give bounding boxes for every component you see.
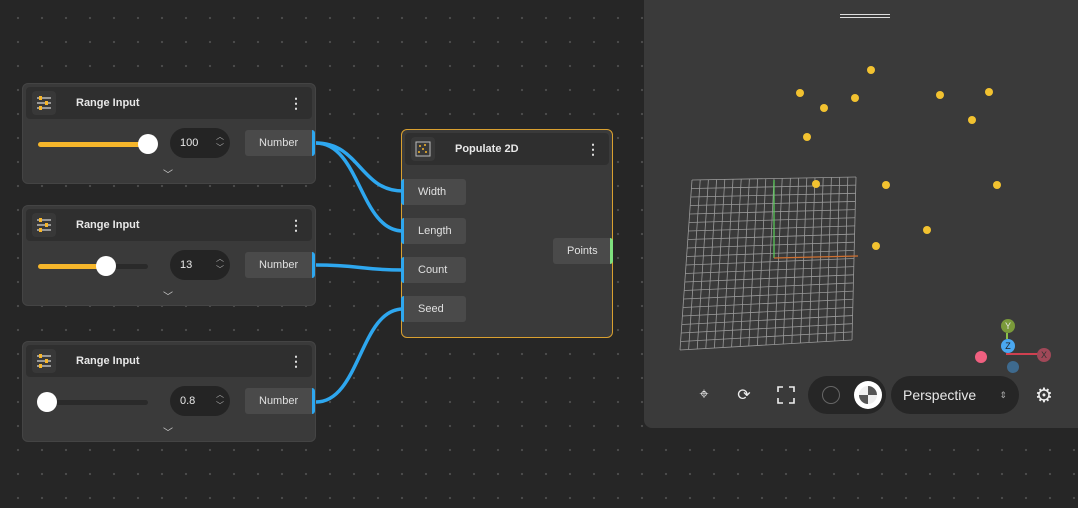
stepper-icon[interactable]: ︿ ﹀ — [216, 389, 224, 411]
more-icon[interactable]: ⋮ — [583, 141, 603, 158]
sliders-icon — [32, 349, 56, 373]
axis-z-handle[interactable]: Z — [1001, 339, 1015, 353]
node-title: Range Input — [76, 219, 140, 231]
output-port-points[interactable]: Points — [553, 238, 613, 264]
more-icon[interactable]: ⋮ — [286, 353, 306, 370]
point — [851, 94, 859, 102]
expand-chevron-icon[interactable]: ﹀ — [163, 166, 173, 181]
3d-viewport[interactable]: Y Z X ⌖ ⟳ Perspective ⇕ ⚙ — [644, 0, 1078, 428]
camera-mode-value: Perspective — [903, 387, 977, 403]
range-slider[interactable] — [38, 256, 148, 276]
axis-x-handle[interactable]: X — [1037, 348, 1051, 362]
node-header[interactable]: Range Input ⋮ — [26, 345, 312, 377]
number-input[interactable]: 0.8 ︿ ﹀ — [170, 386, 230, 416]
point — [820, 104, 828, 112]
axis-neg-x-handle[interactable] — [975, 351, 987, 363]
settings-button[interactable]: ⚙ — [1030, 376, 1058, 414]
point — [882, 181, 890, 189]
wireframe-icon[interactable] — [822, 386, 840, 404]
shading-toggle[interactable] — [808, 376, 886, 414]
input-port-length[interactable]: Length — [401, 218, 466, 244]
node-header[interactable]: Populate 2D ⋮ — [405, 133, 609, 165]
populate-2d-node[interactable]: Populate 2D ⋮ Width Length Count Seed Po… — [401, 129, 613, 338]
sliders-icon — [32, 213, 56, 237]
reset-view-button[interactable]: ⟳ — [730, 376, 758, 414]
range-input-node-2[interactable]: Range Input ⋮ 13 ︿ ﹀ Number ﹀ — [22, 205, 316, 306]
range-slider[interactable] — [38, 134, 158, 154]
node-title: Range Input — [76, 355, 140, 367]
point — [803, 133, 811, 141]
point — [993, 181, 1001, 189]
point — [867, 66, 875, 74]
gear-icon: ⚙ — [1035, 384, 1053, 407]
point — [796, 89, 804, 97]
output-port-number[interactable]: Number — [245, 130, 315, 156]
number-value: 100 — [180, 137, 199, 149]
point — [812, 180, 820, 188]
output-port-number[interactable]: Number — [245, 252, 315, 278]
range-slider[interactable] — [36, 392, 148, 412]
solid-shading-icon[interactable] — [854, 381, 882, 409]
slider-thumb[interactable] — [36, 392, 57, 412]
refresh-search-icon: ⟳ — [737, 387, 751, 404]
number-input[interactable]: 13 ︿ ﹀ — [170, 250, 230, 280]
axis-neg-z-handle[interactable] — [1007, 361, 1019, 373]
scatter-icon — [411, 137, 435, 161]
expand-chevron-icon[interactable]: ﹀ — [163, 424, 173, 439]
zoom-fit-icon: ⌖ — [699, 386, 709, 403]
point — [923, 226, 931, 234]
input-port-count[interactable]: Count — [401, 257, 466, 283]
number-value: 13 — [180, 259, 193, 271]
number-value: 0.8 — [180, 395, 196, 407]
node-title: Populate 2D — [455, 143, 519, 155]
node-header[interactable]: Range Input ⋮ — [26, 87, 312, 119]
camera-mode-select[interactable]: Perspective ⇕ — [891, 376, 1019, 414]
more-icon[interactable]: ⋮ — [286, 217, 306, 234]
node-title: Range Input — [76, 97, 140, 109]
more-icon[interactable]: ⋮ — [286, 95, 306, 112]
node-header[interactable]: Range Input ⋮ — [26, 209, 312, 241]
point — [936, 91, 944, 99]
number-input[interactable]: 100 ︿ ﹀ — [170, 128, 230, 158]
range-input-node-1[interactable]: Range Input ⋮ 100 ︿ ﹀ Number ﹀ — [22, 83, 316, 184]
point — [872, 242, 880, 250]
fullscreen-icon — [777, 386, 795, 404]
zoom-fit-button[interactable]: ⌖ — [690, 376, 718, 414]
range-input-node-3[interactable]: Range Input ⋮ 0.8 ︿ ﹀ Number ﹀ — [22, 341, 316, 442]
point — [968, 116, 976, 124]
slider-thumb[interactable] — [138, 134, 158, 154]
point — [985, 88, 993, 96]
expand-chevron-icon[interactable]: ﹀ — [163, 288, 173, 303]
sliders-icon — [32, 91, 56, 115]
output-port-number[interactable]: Number — [245, 388, 315, 414]
select-chevron-icon: ⇕ — [999, 389, 1007, 400]
slider-thumb[interactable] — [96, 256, 117, 276]
input-port-width[interactable]: Width — [401, 179, 466, 205]
stepper-icon[interactable]: ︿ ﹀ — [216, 131, 224, 153]
input-port-seed[interactable]: Seed — [401, 296, 466, 322]
stepper-icon[interactable]: ︿ ﹀ — [216, 253, 224, 275]
fullscreen-button[interactable] — [772, 376, 800, 414]
axis-y-handle[interactable]: Y — [1001, 319, 1015, 333]
